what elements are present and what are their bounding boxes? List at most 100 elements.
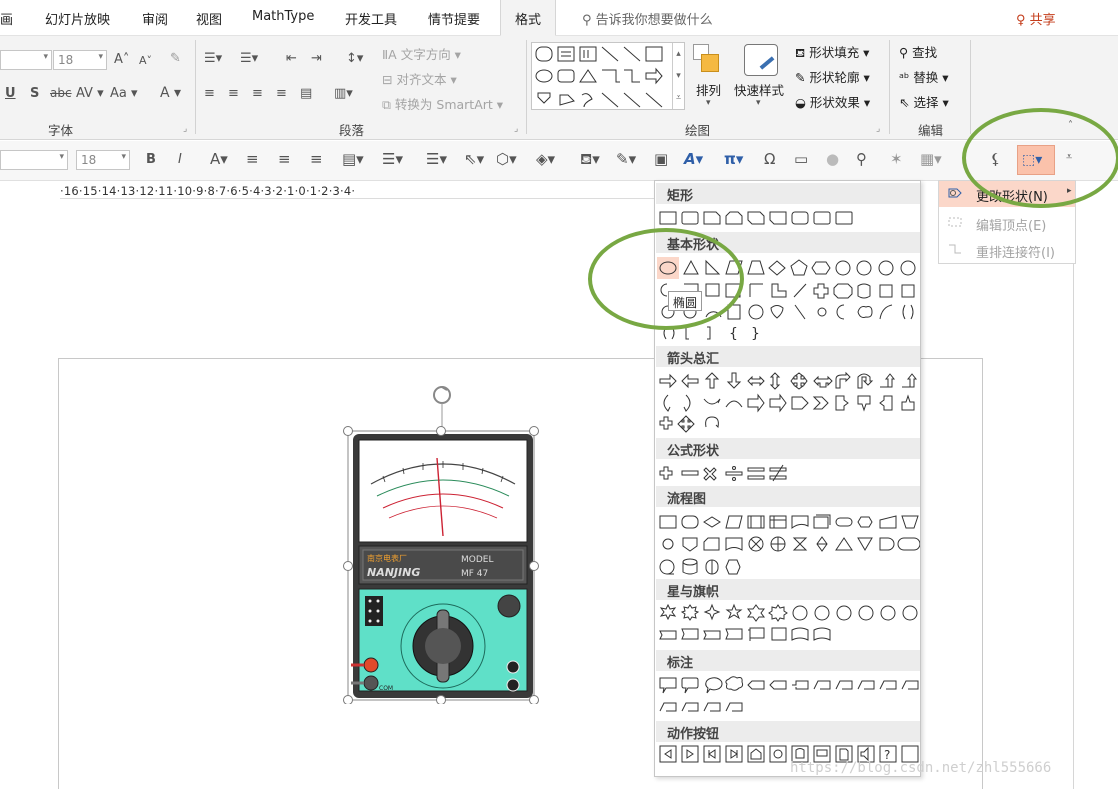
chevron-down-icon: ▾ <box>706 98 711 108</box>
table-icon[interactable]: ▦▾ <box>920 150 942 168</box>
quick-styles-button[interactable]: 快速样式 <box>734 80 784 99</box>
share-label: 共享 <box>1029 13 1056 28</box>
align-center-icon[interactable]: ≡ <box>278 150 291 168</box>
columns-icon[interactable]: ▥▾ <box>334 86 353 101</box>
paragraph-icon[interactable]: ▤▾ <box>342 150 364 168</box>
shape-outline-label: 形状轮廓 <box>809 70 860 85</box>
svg-text:}: } <box>751 326 760 342</box>
font-name-combo-2[interactable]: ▾ <box>0 150 68 170</box>
quick-styles-icon <box>744 44 778 76</box>
bullets-icon[interactable]: ☰▾ <box>382 150 403 168</box>
font-color-button-2[interactable]: A▾ <box>210 150 228 168</box>
dialog-launcher-icon[interactable]: ⌟ <box>514 124 518 134</box>
font-color-button[interactable]: A ▾ <box>160 85 181 101</box>
dialog-launcher-icon[interactable]: ⌟ <box>183 124 187 134</box>
symbol-button[interactable]: Ω <box>764 150 775 168</box>
outline-icon[interactable]: ✎▾ <box>616 150 636 168</box>
align-left-icon[interactable]: ≡ <box>246 150 259 168</box>
group-separator <box>195 40 196 134</box>
change-shape-icon <box>948 188 962 198</box>
line-icon[interactable]: ◈▾ <box>536 150 555 168</box>
text-direction-button[interactable]: ⅡA 文字方向 ▾ <box>382 44 461 63</box>
justify-icon[interactable]: ≡ <box>276 86 287 101</box>
shapes-gallery[interactable]: ▴ ▾ ⩡ <box>531 42 685 110</box>
svg-text:{: { <box>729 326 738 342</box>
tab-draw[interactable]: 画 <box>0 9 13 28</box>
tab-storyboard[interactable]: 情节提要 <box>428 9 480 28</box>
line-spacing-icon[interactable]: ↕▾ <box>346 51 363 66</box>
convert-smartart-button[interactable]: ⧉ 转换为 SmartArt ▾ <box>382 94 503 113</box>
tab-mathtype[interactable]: MathType <box>252 9 314 24</box>
record-icon[interactable]: ● <box>826 150 839 168</box>
textbox-icon[interactable]: ▣ <box>654 150 668 168</box>
clear-format-icon[interactable]: ✎ <box>170 51 181 66</box>
meter-model: MF 47 <box>461 569 488 579</box>
grow-font-icon[interactable]: A˄ <box>114 52 129 67</box>
align-text-label: 对齐文本 <box>396 72 447 87</box>
wordart-icon[interactable]: A▾ <box>684 150 703 168</box>
align-left-icon[interactable]: ≡ <box>204 86 215 101</box>
tab-view[interactable]: 视图 <box>196 9 222 28</box>
change-case-button[interactable]: Aa ▾ <box>110 86 138 101</box>
select-arrow-icon[interactable]: ⇖▾ <box>464 150 484 168</box>
chevron-down-icon: ▾ <box>756 98 761 108</box>
replace-button[interactable]: ᵃᵇ 替换 ▾ <box>899 67 949 86</box>
arrange-button[interactable]: 排列 <box>696 80 721 99</box>
numbering-icon[interactable]: ☰▾ <box>426 150 447 168</box>
share-button[interactable]: ♀ 共享 <box>1016 9 1056 28</box>
ribbon-tab-bar: 画 幻灯片放映 审阅 视图 MathType 开发工具 情节提要 格式 ⚲ 告诉… <box>0 0 1118 36</box>
select-button[interactable]: ⇖ 选择 ▾ <box>899 92 949 111</box>
shape-outline-button[interactable]: ✎ 形状轮廓 ▾ <box>795 67 870 86</box>
tell-me-box[interactable]: ⚲ 告诉我你想要做什么 <box>582 9 713 28</box>
shape-fill-button[interactable]: ⛾ 形状填充 ▾ <box>795 42 869 62</box>
multimeter-image-selection[interactable]: 南京电表厂 NANJING MODEL MF 47 COM <box>343 384 541 705</box>
star-icon[interactable]: ✶ <box>890 150 903 168</box>
shape-effects-label: 形状效果 <box>809 95 860 110</box>
char-spacing-button[interactable]: AV ▾ <box>76 86 104 101</box>
cursor-icon: ⇖ <box>899 95 914 110</box>
find-button[interactable]: ⚲ 查找 <box>899 42 937 61</box>
underline-button[interactable]: U <box>5 86 16 101</box>
font-size-combo[interactable]: 18 ▾ <box>53 50 107 70</box>
bold-button[interactable]: B <box>146 152 156 167</box>
search-icon: ⚲ <box>582 13 596 28</box>
italic-button[interactable]: I <box>178 152 182 167</box>
reroute-connectors-item[interactable]: 重排连接符(I) <box>939 237 1075 263</box>
font-size-combo-2[interactable]: 18 ▾ <box>76 150 130 170</box>
align-text-button[interactable]: ⊟ 对齐文本 ▾ <box>382 69 457 88</box>
chevron-down-icon: ▾ <box>121 152 126 162</box>
dialog-launcher-icon[interactable]: ⌟ <box>876 124 880 134</box>
numbering-icon[interactable]: ☰▾ <box>240 51 258 66</box>
decrease-indent-icon[interactable]: ⇤ <box>286 51 297 66</box>
shape-icon[interactable]: ⬡▾ <box>496 150 517 168</box>
shapes-gallery-icons <box>535 46 663 108</box>
align-center-icon[interactable]: ≡ <box>228 86 239 101</box>
justify-icon[interactable]: ≡ <box>310 150 323 168</box>
tab-developer[interactable]: 开发工具 <box>345 9 397 28</box>
increase-indent-icon[interactable]: ⇥ <box>311 51 322 66</box>
fill-icon[interactable]: ⛾▾ <box>580 150 600 170</box>
font-name-combo[interactable]: ▾ <box>0 50 52 70</box>
equation-button[interactable]: π▾ <box>724 150 743 168</box>
tell-me-text: 告诉我你想要做什么 <box>595 13 713 28</box>
tab-review[interactable]: 审阅 <box>142 9 168 28</box>
text-direction-icon: ⅡA <box>382 47 401 62</box>
shrink-font-icon[interactable]: A˅ <box>139 54 152 67</box>
distribute-icon[interactable]: ▤ <box>300 86 312 101</box>
edit-points-item[interactable]: 编辑顶点(E) <box>939 210 1075 236</box>
editing-group-label: 编辑 <box>918 123 944 138</box>
shadow-button[interactable]: S <box>30 86 39 101</box>
bullets-icon[interactable]: ☰▾ <box>204 51 222 66</box>
paint-bucket-icon: ⛾ <box>795 45 810 60</box>
shape-fill-label: 形状填充 <box>809 45 860 60</box>
smartart-icon: ⧉ <box>382 97 395 112</box>
annotation-ring-button <box>962 108 1118 208</box>
strikethrough-button[interactable]: abc <box>50 86 72 100</box>
tab-format[interactable]: 格式 <box>500 0 557 36</box>
shape-effects-button[interactable]: ◒ 形状效果 ▾ <box>795 92 870 111</box>
gallery-scroll[interactable]: ▴ ▾ ⩡ <box>672 43 684 109</box>
align-right-icon[interactable]: ≡ <box>252 86 263 101</box>
window-icon[interactable]: ▭ <box>794 150 808 168</box>
tab-slideshow[interactable]: 幻灯片放映 <box>45 9 110 28</box>
animation-icon[interactable]: ⚲ <box>856 150 867 168</box>
